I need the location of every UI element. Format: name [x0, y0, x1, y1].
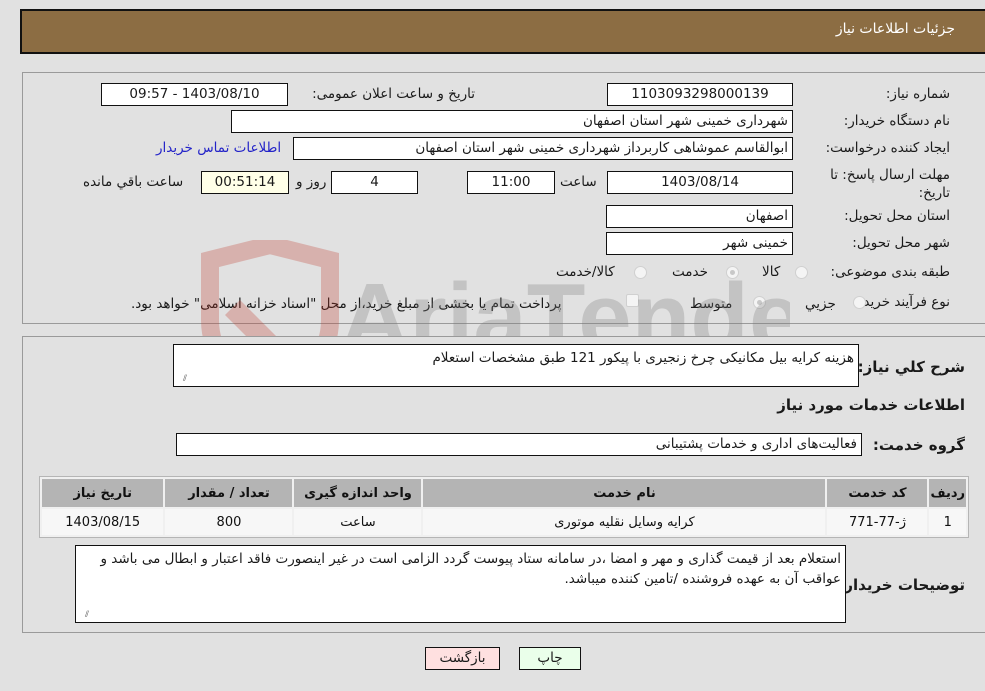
table-header-row: ردیف کد خدمت نام خدمت واحد اندازه گیری ت…: [42, 479, 966, 507]
deadline-label: مهلت ارسال پاسخ: تا تاریخ:: [830, 167, 950, 201]
cell-service-name: کرایه وسایل نقلیه موتوری: [423, 509, 826, 535]
purchase-type-option-minor: جزيي: [805, 296, 836, 312]
treasury-note: پرداخت تمام یا بخشی از مبلغ خرید،از محل …: [131, 296, 562, 312]
purchase-type-label: نوع فرآیند خرید :: [854, 294, 950, 310]
purchase-type-radio-medium[interactable]: [753, 296, 766, 309]
page-title: جزئیات اطلاعات نیاز: [835, 21, 955, 37]
col-header-quantity: تعداد / مقدار: [165, 479, 293, 507]
cell-quantity: 800: [165, 509, 293, 535]
days-label: روز و: [296, 174, 327, 190]
service-group-field: فعالیت‌های اداری و خدمات پشتیبانی: [176, 433, 862, 456]
purchase-type-option-medium: متوسط: [690, 296, 733, 312]
col-header-service-name: نام خدمت: [423, 479, 826, 507]
resize-grip-icon[interactable]: ⫽: [177, 374, 187, 384]
cell-unit: ساعت: [294, 509, 422, 535]
col-header-service-code: کد خدمت: [827, 479, 928, 507]
category-option-goods: کالا: [762, 264, 781, 280]
category-label: طبقه بندی موضوعی:: [830, 264, 950, 280]
table-row: 1 ژ-77-771 کرایه وسایل نقلیه موتوری ساعت…: [42, 509, 966, 535]
time-remaining-label: ساعت باقي مانده: [83, 174, 184, 190]
services-table: ردیف کد خدمت نام خدمت واحد اندازه گیری ت…: [39, 476, 969, 538]
col-header-need-date: تاریخ نیاز: [42, 479, 164, 507]
deadline-time-label: ساعت: [560, 174, 597, 190]
category-option-service: خدمت: [672, 264, 708, 280]
back-button[interactable]: بازگشت: [425, 647, 500, 670]
delivery-province-field: اصفهان: [606, 205, 793, 228]
cell-service-code: ژ-77-771: [827, 509, 928, 535]
buyer-notes-textarea[interactable]: استعلام بعد از قیمت گذاری و مهر و امضا ،…: [75, 545, 846, 623]
days-remaining-field: 4: [331, 171, 418, 194]
buyer-org-label: نام دستگاه خریدار:: [843, 113, 950, 129]
need-number-label: شماره نیاز:: [885, 86, 950, 102]
announce-datetime-label: تاریخ و ساعت اعلان عمومی:: [312, 86, 475, 102]
category-radio-goods[interactable]: [795, 266, 808, 279]
services-section-title: اطلاعات خدمات مورد نیاز: [777, 396, 965, 414]
buyer-notes-text: استعلام بعد از قیمت گذاری و مهر و امضا ،…: [100, 551, 841, 587]
delivery-province-label: استان محل تحویل:: [844, 208, 950, 224]
delivery-city-label: شهر محل تحویل:: [852, 235, 950, 251]
buyer-org-field: شهرداری خمینی شهر استان اصفهان: [231, 110, 793, 133]
deadline-date-field: 1403/08/14: [607, 171, 793, 194]
summary-label: شرح كلي نياز:: [857, 358, 965, 376]
col-header-unit: واحد اندازه گیری: [294, 479, 422, 507]
category-option-goods-service: کالا/خدمت: [556, 264, 615, 280]
buyer-notes-label: توضیحات خریدار:: [838, 576, 965, 594]
service-group-label: گروه خدمت:: [872, 436, 965, 454]
summary-text: هزینه کرایه بیل مکانیکی چرخ زنجیری با پی…: [432, 350, 854, 366]
cell-row-number: 1: [929, 509, 966, 535]
time-remaining-field: 00:51:14: [201, 171, 289, 194]
buyer-contact-link[interactable]: اطلاعات تماس خریدار: [156, 140, 281, 156]
requester-label: ایجاد کننده درخواست:: [825, 140, 950, 156]
delivery-city-field: خمینی شهر: [606, 232, 793, 255]
resize-grip-icon[interactable]: ⫽: [79, 610, 89, 620]
summary-textarea[interactable]: هزینه کرایه بیل مکانیکی چرخ زنجیری با پی…: [173, 344, 859, 387]
treasury-checkbox[interactable]: [626, 294, 639, 307]
announce-datetime-field: 1403/08/10 - 09:57: [101, 83, 288, 106]
requester-field: ابوالقاسم عموشاهی کاربرداز شهرداری خمینی…: [293, 137, 793, 160]
category-radio-goods-service[interactable]: [634, 266, 647, 279]
need-number-field: 1103093298000139: [607, 83, 793, 106]
purchase-type-radio-minor[interactable]: [853, 296, 866, 309]
deadline-time-field: 11:00: [467, 171, 555, 194]
cell-need-date: 1403/08/15: [42, 509, 164, 535]
category-radio-service[interactable]: [726, 266, 739, 279]
col-header-row-number: ردیف: [929, 479, 966, 507]
print-button[interactable]: چاپ: [519, 647, 581, 670]
